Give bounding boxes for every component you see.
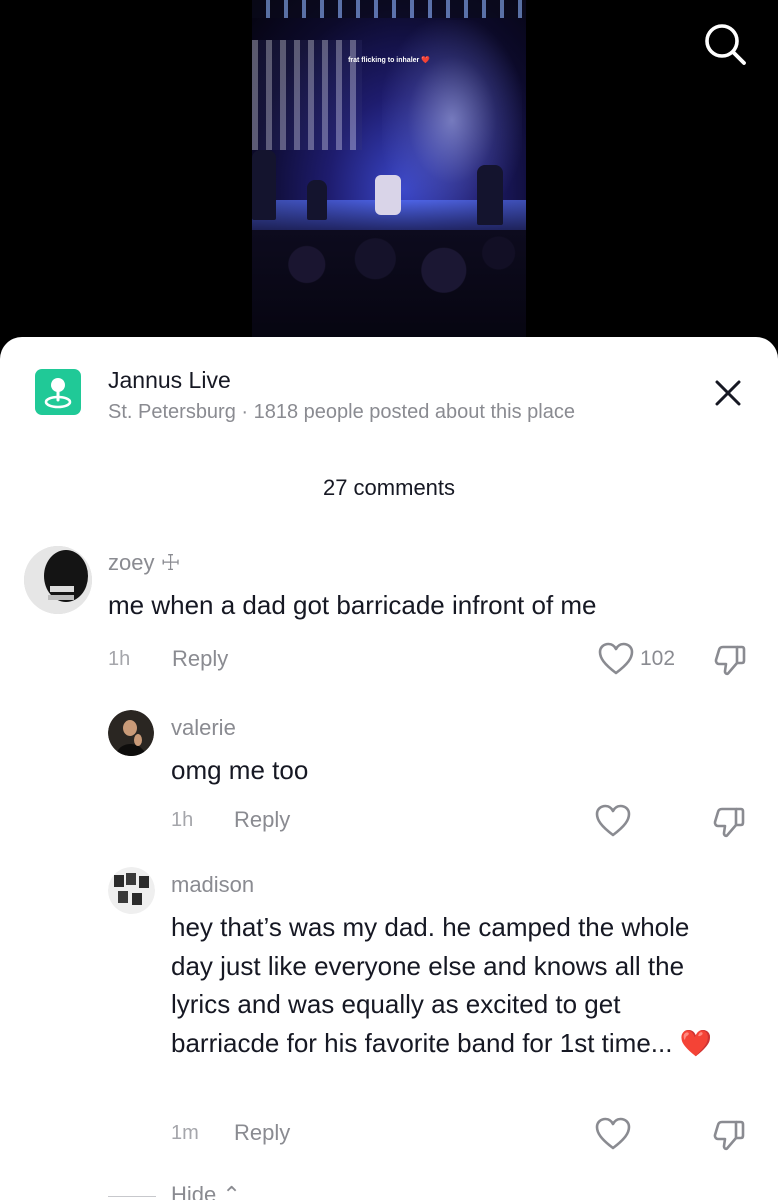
avatar-image [108, 710, 154, 756]
performer-singer [375, 175, 401, 215]
comment-username[interactable]: valerie [171, 715, 236, 741]
like-button[interactable] [595, 804, 631, 838]
place-header[interactable]: Jannus Live St. Petersburg · 1818 people… [35, 367, 755, 427]
avatar[interactable] [108, 867, 155, 914]
performer-silhouette [307, 180, 327, 220]
avatar[interactable] [24, 546, 92, 614]
place-subtitle: St. Petersburg · 1818 people posted abou… [108, 401, 575, 423]
thumbs-down-icon [713, 1120, 745, 1151]
close-icon [715, 380, 741, 406]
comment-reply: madison hey that’s was my dad. he camped… [0, 864, 778, 1184]
close-button[interactable] [711, 376, 745, 410]
divider [108, 1196, 156, 1197]
thumbs-down-icon [713, 807, 745, 838]
place-name: Jannus Live [108, 367, 231, 393]
like-button[interactable] [595, 1117, 631, 1151]
video-caption: frat flicking to inhaler ❤️ [348, 57, 430, 64]
like-button[interactable] [598, 642, 634, 676]
dislike-button[interactable] [713, 643, 747, 677]
dislike-button[interactable] [712, 1118, 746, 1152]
heart-icon [595, 804, 631, 837]
comment: zoey ☩ me when a dad got barricade infro… [0, 542, 778, 676]
hide-replies-row[interactable]: Hide ⌃ [108, 1182, 308, 1200]
location-pin-icon [44, 378, 72, 409]
heart-icon [598, 642, 634, 675]
stage-lights [252, 0, 526, 18]
avatar[interactable] [108, 710, 154, 756]
comment-time: 1m [171, 1122, 199, 1144]
comments-sheet: Jannus Live St. Petersburg · 1818 people… [0, 337, 778, 1200]
reply-button[interactable]: Reply [234, 1120, 290, 1146]
comment-text: omg me too [171, 755, 309, 785]
thumbs-down-icon [714, 645, 746, 676]
video-area: frat flicking to inhaler ❤️ [0, 0, 778, 345]
video-player[interactable]: frat flicking to inhaler ❤️ [252, 0, 526, 345]
avatar-image [24, 546, 92, 614]
comment-time: 1h [108, 648, 131, 670]
crowd [252, 230, 526, 345]
performer-silhouette [477, 165, 503, 225]
place-icon [35, 369, 81, 415]
comment-text: hey that’s was my dad. he camped the who… [171, 912, 713, 1058]
performer-silhouette [252, 150, 276, 220]
avatar-image [108, 867, 155, 914]
comments-count: 27 comments [322, 475, 456, 500]
comment-reply: valerie omg me too 1h Reply [0, 707, 778, 839]
like-count: 102 [640, 647, 676, 670]
hide-replies-button[interactable]: Hide ⌃ [171, 1182, 241, 1200]
comment-username[interactable]: madison [171, 872, 254, 898]
comment-text: me when a dad got barricade infront of m… [108, 590, 597, 620]
search-icon [705, 24, 746, 65]
reply-button[interactable]: Reply [172, 646, 228, 672]
reply-button[interactable]: Reply [234, 807, 290, 833]
comment-username[interactable]: zoey ☩ [108, 550, 180, 576]
comment-time: 1h [171, 809, 194, 831]
search-button[interactable] [700, 20, 748, 68]
heart-icon [595, 1117, 631, 1150]
dislike-button[interactable] [712, 805, 746, 839]
